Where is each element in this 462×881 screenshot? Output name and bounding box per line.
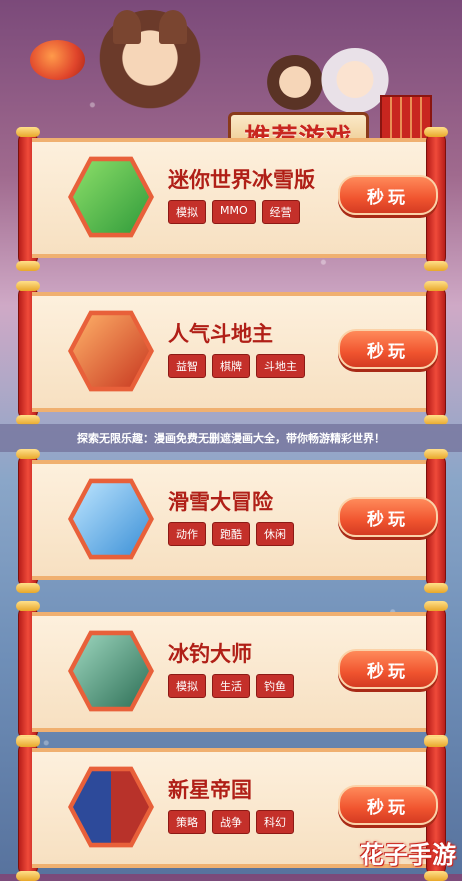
game-card[interactable]: 迷你世界冰雪版 模拟 MMO 经营 秒玩 [16, 127, 448, 271]
game-tag: 模拟 [168, 674, 206, 698]
game-title[interactable]: 迷你世界冰雪版 [168, 164, 315, 194]
play-button[interactable]: 秒玩 [338, 785, 438, 825]
game-tag: 益智 [168, 354, 206, 378]
game-title[interactable]: 滑雪大冒险 [168, 486, 273, 516]
game-tag: 钓鱼 [256, 674, 294, 698]
play-button[interactable]: 秒玩 [338, 329, 438, 369]
game-tag: 休闲 [256, 522, 294, 546]
girl-mascot-image [265, 55, 325, 115]
game-tag: 模拟 [168, 200, 206, 224]
game-title[interactable]: 新星帝国 [168, 774, 252, 804]
game-card[interactable]: 人气斗地主 益智 棋牌 斗地主 秒玩 [16, 281, 448, 425]
game-tag: 战争 [212, 810, 250, 834]
game-tags: 益智 棋牌 斗地主 [168, 354, 305, 378]
site-watermark: 花子手游 [360, 841, 456, 869]
squirrel-mascot-image [95, 10, 205, 130]
game-card[interactable]: 冰钓大师 模拟 生活 钓鱼 秒玩 [16, 601, 448, 745]
game-tags: 模拟 生活 钓鱼 [168, 674, 294, 698]
game-card[interactable]: 滑雪大冒险 动作 跑酷 休闲 秒玩 [16, 449, 448, 593]
play-button[interactable]: 秒玩 [338, 649, 438, 689]
lantern-icon [30, 40, 85, 80]
game-tags: 动作 跑酷 休闲 [168, 522, 294, 546]
game-tag: 经营 [261, 200, 300, 224]
game-title[interactable]: 人气斗地主 [168, 318, 273, 348]
game-tag: 科幻 [256, 810, 294, 834]
game-title[interactable]: 冰钓大师 [168, 638, 252, 668]
game-tag: 跑酷 [212, 522, 250, 546]
game-tag: 斗地主 [256, 354, 305, 378]
play-button[interactable]: 秒玩 [338, 497, 438, 537]
game-tag: 动作 [168, 522, 206, 546]
header: 推荐游戏 [0, 0, 462, 160]
game-tag: 策略 [168, 810, 206, 834]
play-button[interactable]: 秒玩 [338, 175, 438, 215]
game-tag: 生活 [212, 674, 250, 698]
game-tags: 策略 战争 科幻 [168, 810, 294, 834]
game-tag: 棋牌 [212, 354, 250, 378]
game-tags: 模拟 MMO 经营 [168, 200, 300, 224]
notice-bar: 探索无限乐趣：漫画免费无删遮漫画大全，带你畅游精彩世界！ [0, 424, 462, 452]
game-tag: MMO [212, 200, 256, 224]
